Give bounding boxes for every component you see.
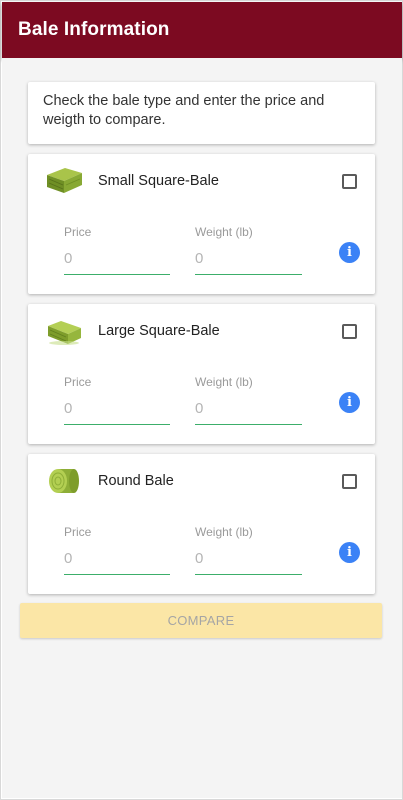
small-square-bale-icon — [47, 168, 82, 193]
price-label: Price — [64, 225, 92, 239]
bale-card-small-square: Small Square-Bale Price Weight (lb) i — [28, 154, 375, 294]
main-content: Check the bale type and enter the price … — [2, 58, 402, 798]
price-input[interactable] — [64, 247, 170, 275]
large-square-bale-icon — [48, 321, 81, 345]
weight-field: Weight (lb) — [195, 225, 302, 275]
bale-card-round: Round Bale Price Weight (lb) i — [28, 454, 375, 594]
bale-card-large-square: Large Square-Bale Price Weight (lb) i — [28, 304, 375, 444]
bale-checkbox[interactable] — [342, 474, 357, 489]
app-bar: Bale Information — [2, 2, 402, 58]
price-label: Price — [64, 375, 92, 389]
bale-name: Large Square-Bale — [98, 323, 220, 339]
weight-input[interactable] — [195, 547, 302, 575]
compare-button[interactable]: COMPARE — [20, 603, 382, 638]
bale-name: Small Square-Bale — [98, 173, 219, 189]
price-field: Price — [64, 225, 170, 275]
weight-input[interactable] — [195, 397, 302, 425]
bale-checkbox[interactable] — [342, 174, 357, 189]
weight-input[interactable] — [195, 247, 302, 275]
info-icon[interactable]: i — [339, 392, 360, 413]
bale-name: Round Bale — [98, 473, 174, 489]
weight-field: Weight (lb) — [195, 525, 302, 575]
info-icon[interactable]: i — [339, 242, 360, 263]
intro-card: Check the bale type and enter the price … — [28, 82, 375, 144]
info-icon[interactable]: i — [339, 542, 360, 563]
price-label: Price — [64, 525, 92, 539]
weight-label: Weight (lb) — [195, 225, 253, 239]
intro-text: Check the bale type and enter the price … — [43, 93, 325, 128]
page-title: Bale Information — [18, 19, 170, 40]
round-bale-icon — [49, 469, 79, 493]
price-field: Price — [64, 375, 170, 425]
price-field: Price — [64, 525, 170, 575]
weight-label: Weight (lb) — [195, 525, 253, 539]
price-input[interactable] — [64, 547, 170, 575]
app-frame: Bale Information Check the bale type and… — [0, 0, 403, 800]
price-input[interactable] — [64, 397, 170, 425]
bale-checkbox[interactable] — [342, 324, 357, 339]
weight-label: Weight (lb) — [195, 375, 253, 389]
weight-field: Weight (lb) — [195, 375, 302, 425]
